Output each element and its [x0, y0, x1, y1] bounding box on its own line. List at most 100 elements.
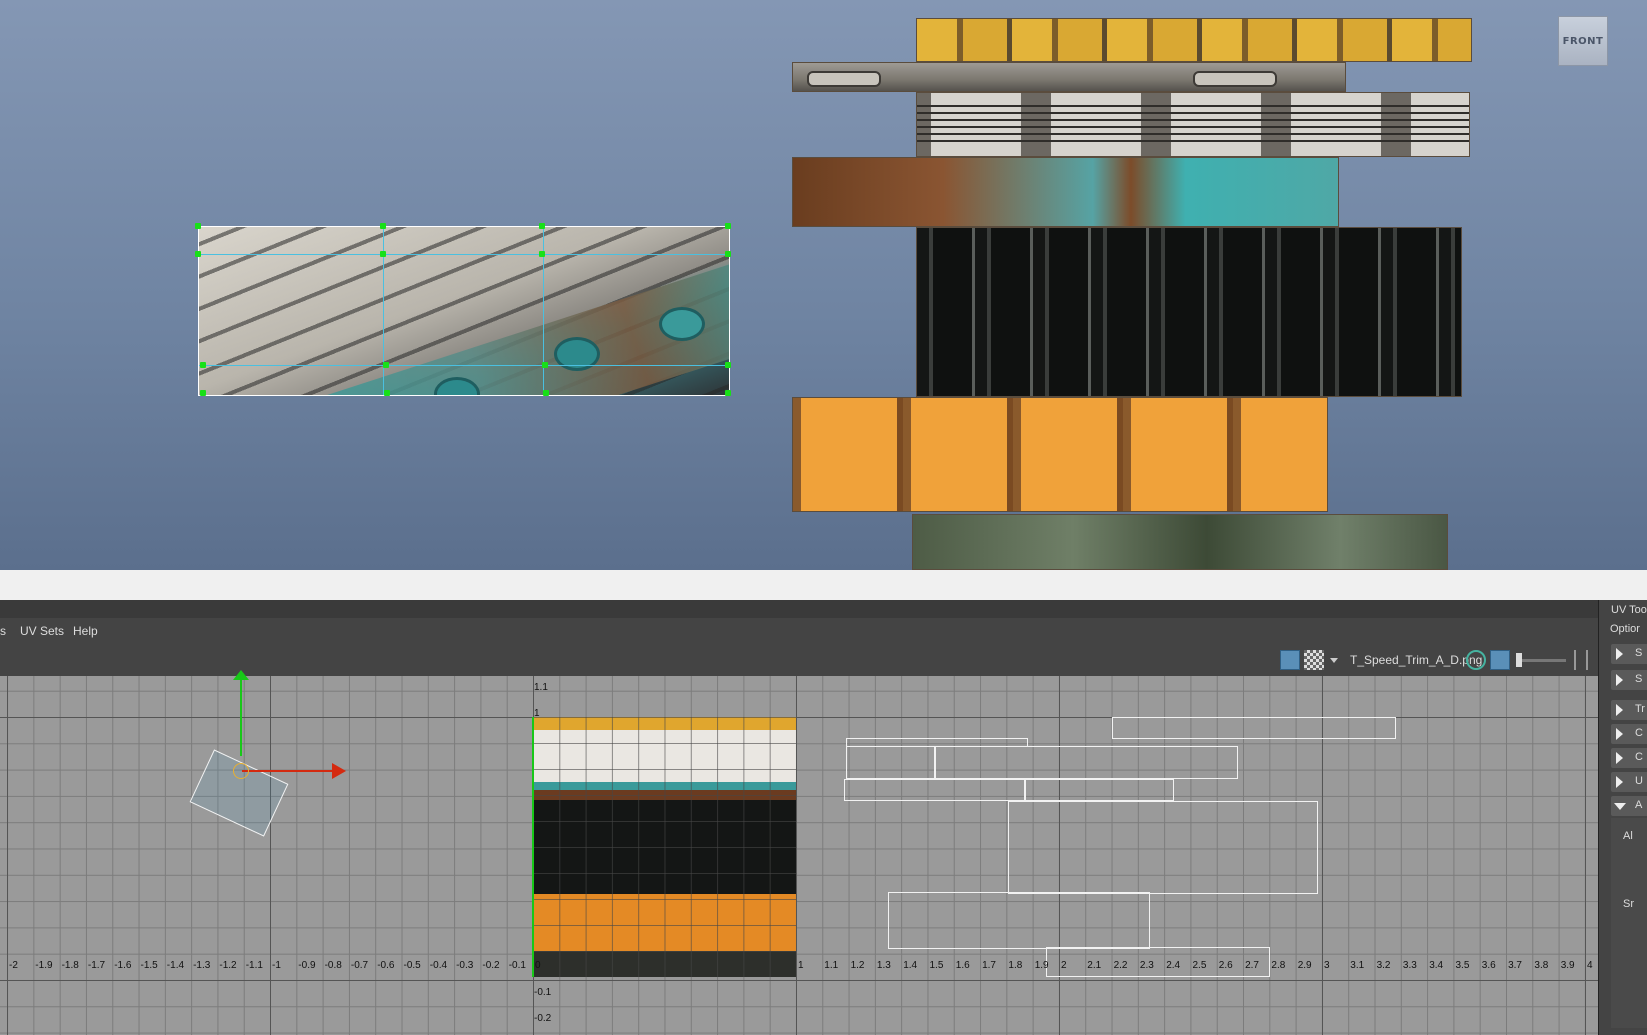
uv-toolkit-title: UV Too	[1611, 604, 1647, 616]
section-cut-sew[interactable]: C	[1611, 748, 1647, 768]
expand-arrow-icon	[1616, 728, 1623, 740]
uv-toolkit-options[interactable]: Optior	[1610, 623, 1640, 635]
u-tick-label: -1.4	[166, 960, 185, 971]
u-tick-label: 4	[1587, 960, 1593, 971]
viewcube-front[interactable]: FRONT	[1558, 16, 1608, 66]
panel-separator	[0, 570, 1647, 600]
exposure-slider-handle[interactable]	[1516, 653, 1522, 667]
trim-strip-vents[interactable]	[916, 92, 1470, 157]
manipulator-pivot[interactable]	[233, 763, 249, 779]
uv-menubar: s UV Sets Help	[0, 618, 1598, 644]
uv-editor-title-strip	[0, 600, 1598, 618]
exposure-slider[interactable]	[1516, 653, 1566, 667]
gamma-icon[interactable]	[1574, 650, 1588, 670]
expand-arrow-icon	[1616, 704, 1623, 716]
u-tick-label: 1.5	[929, 960, 944, 971]
section-unfold[interactable]: U	[1611, 772, 1647, 792]
u-tick-label: 2.7	[1245, 960, 1259, 971]
selected-vertex[interactable]	[380, 223, 386, 229]
u-tick-label: 3.5	[1455, 960, 1470, 971]
menu-item-polygons[interactable]: s	[0, 624, 6, 638]
u-tick-label: -0.6	[377, 960, 395, 971]
u-tick-label: -1.3	[193, 960, 211, 971]
selected-vertex[interactable]	[195, 251, 201, 257]
trim-strip-metal-slots[interactable]	[792, 62, 1346, 92]
u-tick-label: -1.9	[35, 960, 53, 971]
uv-axis-v	[532, 717, 534, 977]
manipulator-y-handle[interactable]	[233, 670, 249, 680]
selected-vertex[interactable]	[384, 390, 390, 396]
u-tick-label: 1.8	[1008, 960, 1023, 971]
image-display-icon[interactable]	[1490, 650, 1510, 670]
u-tick-label: 2.2	[1113, 960, 1128, 971]
u-tick-label: 3.7	[1508, 960, 1522, 971]
manipulator-y-axis[interactable]	[240, 676, 242, 756]
expand-arrow-icon	[1616, 648, 1623, 660]
collapse-arrow-icon	[1614, 803, 1626, 810]
menu-item-help[interactable]: Help	[73, 624, 98, 638]
uv-shell[interactable]	[1008, 801, 1318, 894]
u-tick-label: 2.6	[1218, 960, 1233, 971]
selected-vertex[interactable]	[725, 251, 731, 257]
uv-grid-canvas[interactable]: 1.1 1 -0.1 -0.2 -2 -1.9 -1.8 -1.7 -1.6 -1.5 -1…	[0, 670, 1598, 1035]
rgb-channels-icon[interactable]	[1466, 650, 1486, 670]
selected-vertex[interactable]	[380, 251, 386, 257]
u-tick-label: -0.9	[298, 960, 316, 971]
v-tick-label: -0.2	[534, 1013, 552, 1024]
selected-vertex[interactable]	[200, 362, 206, 368]
selected-vertex[interactable]	[539, 251, 545, 257]
vent-lines	[917, 105, 1469, 144]
trim-strip-yellow[interactable]	[916, 18, 1472, 62]
align-snap-content: Al Sr	[1611, 818, 1647, 1028]
selected-mesh-plane[interactable]	[198, 226, 730, 396]
manipulator-x-axis[interactable]	[242, 770, 332, 772]
selected-vertex[interactable]	[200, 390, 206, 396]
u-tick-label: -1.6	[114, 960, 132, 971]
u-tick-label: -2	[9, 960, 18, 971]
section-create[interactable]: C	[1611, 724, 1647, 744]
texture-image-name[interactable]: T_Speed_Trim_A_D.png	[1350, 653, 1482, 667]
trim-strip-green[interactable]	[912, 514, 1448, 570]
u-tick-label: 3.4	[1429, 960, 1444, 971]
uv-shell[interactable]	[1046, 947, 1270, 977]
manipulator-x-handle[interactable]	[332, 763, 346, 779]
checker-toggle-icon[interactable]	[1304, 650, 1324, 670]
selected-vertex[interactable]	[725, 223, 731, 229]
trim-strip-orange-panels[interactable]	[792, 397, 1328, 512]
u-tick-label: 1.7	[982, 960, 996, 971]
display-image-toggle-icon[interactable]	[1280, 650, 1300, 670]
selected-vertex[interactable]	[543, 390, 549, 396]
u-tick-label: 2.9	[1297, 960, 1312, 971]
u-tick-label: -0.5	[403, 960, 421, 971]
uv-shell[interactable]	[934, 746, 936, 779]
u-tick-label: -1.2	[219, 960, 237, 971]
u-tick-label: 1	[798, 960, 804, 971]
viewport-3d[interactable]: FRONT	[0, 0, 1647, 570]
selected-vertex[interactable]	[383, 362, 389, 368]
uv-shell[interactable]	[1112, 717, 1396, 739]
menu-item-uv-sets[interactable]: UV Sets	[20, 624, 64, 638]
uv-shell[interactable]	[846, 746, 1238, 779]
selected-vertex[interactable]	[725, 390, 731, 396]
selected-vertex[interactable]	[195, 223, 201, 229]
u-tick-label: 2.3	[1139, 960, 1154, 971]
snap-label: Sr	[1623, 898, 1634, 910]
u-tick-label: -1	[272, 960, 281, 971]
u-tick-label: 1.4	[903, 960, 918, 971]
u-tick-label: 1.9	[1034, 960, 1049, 971]
section-select[interactable]: S	[1611, 644, 1647, 664]
trim-strip-rusty-rivets[interactable]	[792, 157, 1339, 227]
uv-shell[interactable]	[844, 779, 1174, 801]
trim-strip-dark-rubber[interactable]	[916, 227, 1462, 397]
dropdown-arrow-icon[interactable]	[1328, 650, 1340, 670]
section-transform[interactable]: Tr	[1611, 700, 1647, 720]
uv-shell[interactable]	[1024, 779, 1026, 801]
selected-vertex[interactable]	[542, 362, 548, 368]
uv-texture-tile	[533, 717, 796, 977]
selected-vertex[interactable]	[539, 223, 545, 229]
section-soft-select[interactable]: S	[1611, 670, 1647, 690]
u-tick-label: 2	[1061, 960, 1067, 971]
uv-shell[interactable]	[888, 892, 1150, 949]
selected-vertex[interactable]	[725, 362, 731, 368]
section-align-snap[interactable]: A	[1611, 796, 1647, 816]
